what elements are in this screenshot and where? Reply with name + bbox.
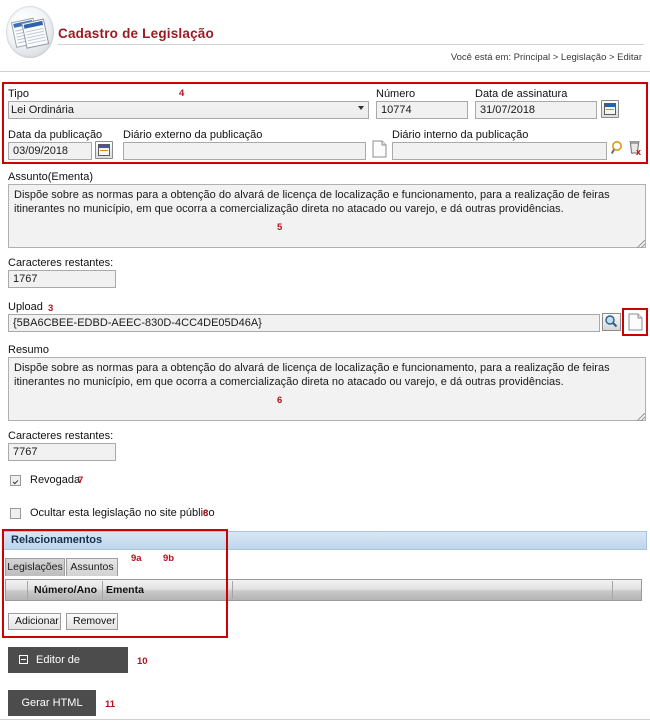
column-header-ementa: Ementa (106, 584, 144, 596)
relacionamentos-title: Relacionamentos (2, 531, 647, 550)
editor-legislacao-button[interactable]: Editor de legislação (8, 647, 128, 692)
annotation-7: 7 (78, 475, 84, 486)
collapse-box-icon (19, 655, 28, 664)
numero-input[interactable] (376, 101, 468, 119)
diario-interno-label: Diário interno da publicação (392, 129, 529, 141)
annotation-11: 11 (105, 699, 116, 710)
adicionar-button[interactable]: Adicionar (8, 613, 61, 630)
ocultar-checkbox[interactable] (10, 508, 21, 519)
data-publicacao-input[interactable] (8, 142, 92, 160)
calendar-glyph (604, 103, 616, 115)
numero-label: Número (376, 88, 416, 100)
footer-divider (0, 719, 650, 720)
assunto-counter-label: Caracteres restantes: (8, 257, 114, 269)
editor-legislacao-label: Editor de legislação (36, 654, 85, 692)
diario-interno-input[interactable] (392, 142, 607, 160)
tab-legislacoes[interactable]: Legislações (5, 558, 65, 576)
page-header: Cadastro de Legislação Você está em: Pri… (0, 0, 650, 72)
calendar-glyph (98, 144, 110, 156)
annotation-9a: 9a (131, 553, 142, 564)
magnifier-icon[interactable] (602, 313, 621, 331)
svg-text:x: x (636, 147, 641, 156)
tipo-select-wrap[interactable]: Lei Ordinária (8, 101, 369, 119)
remover-button[interactable]: Remover (66, 613, 118, 630)
data-assinatura-input[interactable] (475, 101, 597, 119)
diario-externo-input[interactable] (123, 142, 366, 160)
revogada-label: Revogada (30, 474, 81, 486)
title-divider (58, 44, 644, 45)
data-assinatura-label: Data de assinatura (475, 88, 568, 100)
annotation-5: 5 (277, 222, 283, 233)
annotation-9b: 9b (163, 553, 175, 564)
page-title: Cadastro de Legislação (58, 26, 214, 41)
assunto-counter-input (8, 270, 116, 288)
document-icon[interactable] (628, 313, 643, 331)
revogada-checkbox[interactable] (10, 475, 21, 486)
annotation-3: 3 (48, 303, 54, 314)
magnifier-icon[interactable] (610, 140, 625, 159)
relationships-table-header: Número/Ano Ementa (5, 579, 642, 601)
annotation-8: 8 (203, 508, 209, 519)
tipo-select[interactable]: Lei Ordinária (8, 101, 369, 119)
tipo-label: Tipo (8, 88, 29, 100)
delete-trash-icon[interactable]: x (628, 139, 643, 159)
document-icon[interactable] (372, 140, 387, 158)
column-divider (232, 581, 233, 599)
annotation-6: 6 (277, 395, 283, 406)
document-stack-icon-svg (11, 17, 50, 49)
annotation-4: 4 (179, 88, 185, 99)
column-divider (27, 581, 28, 599)
column-divider (612, 581, 613, 599)
annotation-10: 10 (137, 656, 148, 667)
resumo-counter-label: Caracteres restantes: (8, 430, 114, 442)
upload-input[interactable] (8, 314, 600, 332)
data-publicacao-label: Data da publicação (8, 129, 103, 141)
breadcrumb: Você está em: Principal > Legislação > E… (450, 52, 642, 63)
assunto-label: Assunto(Ementa) (8, 171, 93, 183)
column-header-numero-ano: Número/Ano (34, 584, 97, 596)
diario-externo-label: Diário externo da publicação (123, 129, 263, 141)
resumo-textarea[interactable]: Dispõe sobre as normas para a obtenção d… (8, 357, 646, 421)
column-divider (102, 581, 103, 599)
resumo-label: Resumo (8, 344, 49, 356)
assunto-textarea[interactable]: Dispõe sobre as normas para a obtenção d… (8, 184, 646, 248)
header-divider (0, 71, 650, 72)
document-stack-icon (6, 6, 54, 58)
resumo-counter-input (8, 443, 116, 461)
calendar-icon[interactable] (95, 141, 113, 159)
tab-assuntos[interactable]: Assuntos (66, 558, 118, 576)
calendar-icon[interactable] (601, 100, 619, 118)
gerar-html-button[interactable]: Gerar HTML (8, 690, 96, 716)
ocultar-label: Ocultar esta legislação no site público (30, 507, 215, 519)
upload-label: Upload (8, 301, 43, 313)
